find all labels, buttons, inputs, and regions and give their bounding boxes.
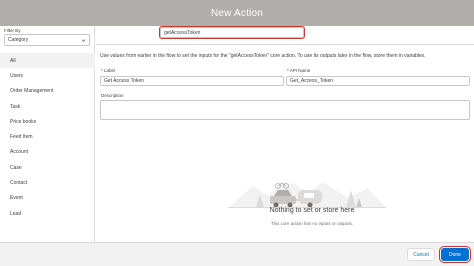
sidebar-item-lead[interactable]: Lead — [0, 206, 95, 221]
sidebar-item-event[interactable]: Event — [0, 191, 95, 206]
sidebar-item-label: Feed Item — [10, 134, 33, 141]
sidebar-item-feed-item[interactable]: Feed Item — [0, 129, 95, 144]
sidebar-item-label: Task — [10, 103, 21, 110]
modal-footer — [0, 242, 474, 266]
done-button[interactable]: Done — [439, 246, 471, 263]
action-config-panel — [96, 44, 474, 45]
filter-label: Filter By — [4, 28, 21, 33]
modal-title: New Action — [210, 7, 264, 19]
sidebar-item-label: Order Management — [10, 88, 54, 95]
sidebar-item-account[interactable]: Account — [0, 145, 95, 160]
sidebar-item-label: All — [10, 57, 16, 64]
category-list: All Users Order Management Task Price bo… — [0, 53, 95, 221]
sidebar-item-all[interactable]: All — [0, 53, 95, 69]
sidebar-item-label: Account — [10, 149, 29, 156]
sidebar-item-task[interactable]: Task — [0, 99, 95, 114]
camping-illustration-icon — [228, 178, 386, 208]
sidebar-item-case[interactable]: Case — [0, 160, 95, 175]
filter-select[interactable]: Category — [4, 34, 90, 46]
sidebar-item-label: Case — [10, 164, 22, 171]
sidebar: Filter By Category All Users Order Manag… — [0, 26, 95, 242]
label-field-label: * Label — [101, 68, 116, 73]
empty-state-subtitle: This core action has no inputs or output… — [270, 221, 354, 226]
api-name-input-value: Get_Access_Token — [290, 78, 334, 84]
sidebar-item-order-management[interactable]: Order Management — [0, 84, 95, 99]
label-input[interactable]: Get Access Token — [100, 76, 284, 86]
sidebar-item-contact[interactable]: Contact — [0, 175, 95, 190]
action-description-text: Use values from earlier in the flow to s… — [100, 53, 426, 59]
sidebar-item-label: Lead — [10, 210, 22, 217]
sidebar-item-label: Contact — [10, 180, 28, 187]
sidebar-item-label: Price books — [10, 118, 37, 125]
filter-select-value: Category — [8, 37, 29, 43]
api-name-field-label: * API Name — [287, 68, 311, 73]
sidebar-item-label: Event — [10, 195, 23, 202]
action-search-input[interactable]: getAccessToken — [158, 25, 306, 40]
cancel-button[interactable]: Cancel — [407, 248, 435, 261]
empty-state-title: Nothing to set or store here — [269, 207, 355, 214]
description-textarea[interactable] — [100, 100, 470, 120]
modal-header: New Action — [0, 0, 474, 26]
action-search-value: getAccessToken — [164, 29, 201, 36]
sidebar-item-price-books[interactable]: Price books — [0, 114, 95, 129]
description-field-label: Description — [101, 93, 124, 98]
label-input-value: Get Access Token — [104, 78, 144, 84]
sidebar-item-label: Users — [10, 72, 24, 79]
api-name-input[interactable]: Get_Access_Token — [286, 76, 470, 86]
sidebar-item-users[interactable]: Users — [0, 68, 95, 83]
chevron-down-icon — [81, 39, 86, 43]
